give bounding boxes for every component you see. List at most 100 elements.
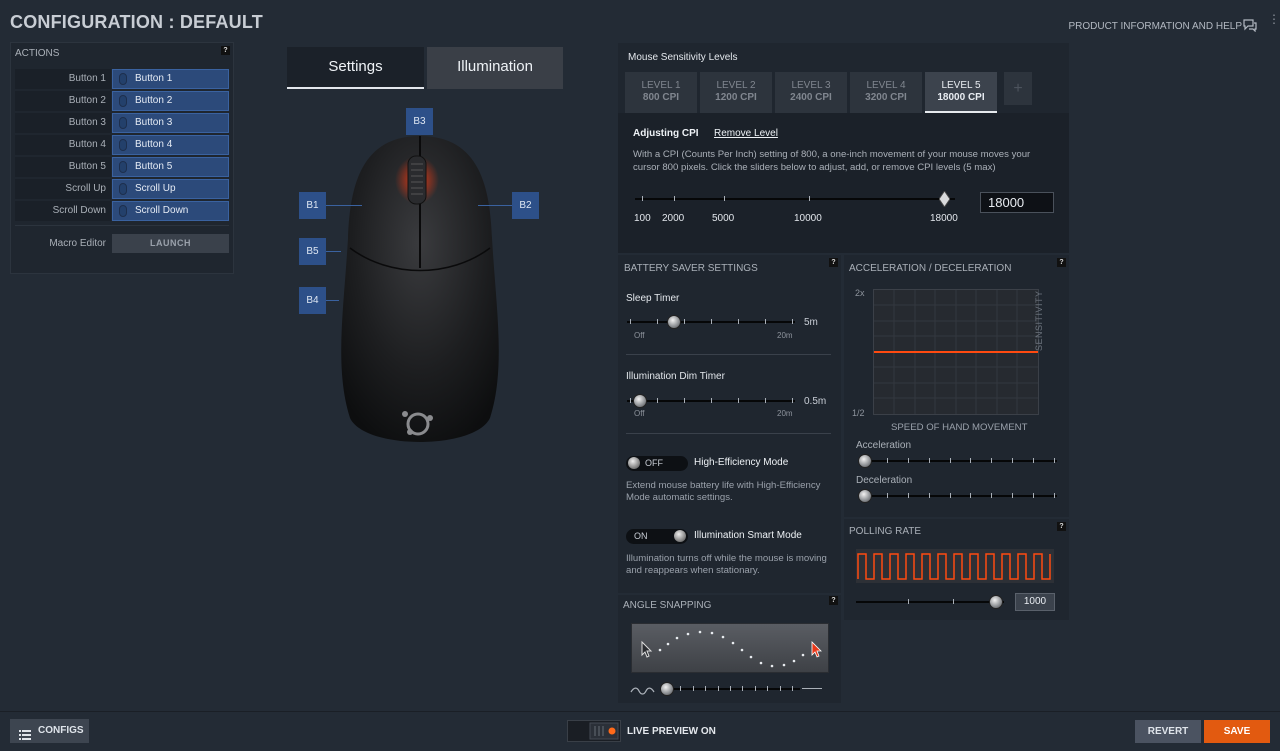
acceleration-tick (949, 458, 951, 463)
cpi-slider-handle[interactable] (938, 190, 951, 208)
deceleration-knob[interactable] (858, 489, 872, 503)
angle-snap-knob[interactable] (660, 682, 674, 696)
button-tag-b1[interactable]: B1 (299, 192, 326, 219)
cpi-level-tab[interactable]: LEVEL 5 18000 CPI (925, 72, 997, 113)
cpi-tick (674, 196, 675, 201)
cpi-slider-track[interactable] (635, 198, 955, 200)
polling-title: POLLING RATE (849, 526, 922, 537)
level-cpi: 3200 CPI (865, 92, 907, 103)
action-binding-value: Button 4 (135, 139, 173, 150)
level-cpi: 2400 CPI (790, 92, 832, 103)
action-binding-value: Button 1 (135, 73, 173, 84)
button-callout-line (326, 251, 341, 252)
action-row: Scroll Down Scroll Down (15, 201, 229, 221)
sleep-timer-knob[interactable] (667, 315, 681, 329)
level-name: LEVEL 5 (941, 80, 981, 91)
action-label: Button 1 (15, 69, 111, 89)
accel-x-label: SPEED OF HAND MOVEMENT (891, 422, 1028, 433)
sleep-tick (630, 319, 631, 324)
sleep-tick (738, 319, 739, 324)
polling-rate-panel: POLLING RATE ? 1000 (844, 519, 1069, 620)
deceleration-tick (970, 493, 972, 498)
angle-tick (680, 686, 682, 691)
configs-button[interactable]: CONFIGS (10, 719, 89, 743)
accel-graph (873, 289, 1039, 415)
polling-value[interactable]: 1000 (1015, 593, 1055, 611)
button-tag-b5[interactable]: B5 (299, 238, 326, 265)
button-callout-line (326, 205, 362, 206)
polling-track[interactable] (856, 601, 1004, 603)
cpi-tick-label: 10000 (794, 213, 822, 224)
button-tag-b4[interactable]: B4 (299, 287, 326, 314)
acceleration-label: Acceleration (856, 440, 912, 451)
smart-mode-toggle[interactable]: ON (626, 529, 688, 544)
acceleration-panel: ACCELERATION / DECELERATION ? 2x 1/2 SEN… (844, 255, 1069, 517)
high-efficiency-state: OFF (645, 458, 663, 468)
sleep-timer-value: 5m (804, 317, 818, 328)
mouse-image (320, 128, 520, 458)
tab-settings[interactable]: Settings (287, 47, 424, 89)
configs-label: CONFIGS (38, 725, 84, 736)
live-preview-toggle[interactable] (567, 720, 621, 742)
sleep-max-label: 20m (777, 331, 793, 340)
chat-help-icon[interactable] (1242, 18, 1258, 33)
dim-tick (684, 398, 685, 403)
action-binding-button[interactable]: Button 4 (112, 135, 229, 155)
action-binding-value: Scroll Up (135, 183, 176, 194)
button-tag-b3[interactable]: B3 (406, 108, 433, 135)
actions-help-icon[interactable]: ? (221, 46, 230, 55)
acceleration-tick (991, 458, 993, 463)
angle-tick (754, 686, 756, 691)
angle-help-icon[interactable]: ? (829, 596, 838, 605)
accel-help-icon[interactable]: ? (1057, 258, 1066, 267)
cpi-level-tab[interactable]: LEVEL 2 1200 CPI (700, 72, 772, 113)
save-button[interactable]: SAVE (1204, 720, 1270, 743)
battery-title: BATTERY SAVER SETTINGS (624, 263, 758, 274)
add-level-button[interactable]: + (1004, 72, 1032, 105)
dim-timer-knob[interactable] (633, 394, 647, 408)
cpi-value-input[interactable]: 18000 (980, 192, 1054, 213)
dim-timer-value: 0.5m (804, 396, 827, 407)
cpi-level-tab[interactable]: LEVEL 4 3200 CPI (850, 72, 922, 113)
cpi-level-tab[interactable]: LEVEL 1 800 CPI (625, 72, 697, 113)
deceleration-track[interactable] (859, 495, 1057, 497)
polling-help-icon[interactable]: ? (1057, 522, 1066, 531)
cpi-tick-label: 100 (634, 213, 651, 224)
toggle-knob (628, 457, 640, 469)
dim-tick (711, 398, 712, 403)
cpi-tick (809, 196, 810, 201)
mouse-icon (119, 73, 127, 85)
action-label: Button 4 (15, 135, 111, 155)
actions-title: ACTIONS (15, 48, 60, 59)
revert-button[interactable]: REVERT (1135, 720, 1201, 743)
action-row: Button 1 Button 1 (15, 69, 229, 89)
action-binding-button[interactable]: Button 5 (112, 157, 229, 177)
macro-launch-button[interactable]: LAUNCH (112, 234, 229, 253)
more-options-icon[interactable]: ⋮ (1268, 13, 1280, 34)
battery-saver-panel: BATTERY SAVER SETTINGS ? Sleep Timer 5m … (618, 255, 841, 593)
dim-tick (765, 398, 766, 403)
acceleration-knob[interactable] (858, 454, 872, 468)
action-binding-button[interactable]: Scroll Up (112, 179, 229, 199)
dim-max-label: 20m (777, 409, 793, 418)
deceleration-tick (1012, 493, 1014, 498)
divider (626, 354, 831, 355)
sleep-timer-label: Sleep Timer (626, 293, 680, 304)
action-binding-button[interactable]: Button 3 (112, 113, 229, 133)
product-help-link[interactable]: PRODUCT INFORMATION AND HELP (1068, 21, 1242, 32)
high-efficiency-toggle[interactable]: OFF (626, 456, 688, 471)
cpi-level-tab[interactable]: LEVEL 3 2400 CPI (775, 72, 847, 113)
acceleration-track[interactable] (859, 460, 1057, 462)
remove-level-link[interactable]: Remove Level (714, 128, 778, 139)
action-binding-button[interactable]: Button 2 (112, 91, 229, 111)
angle-snapping-panel: ANGLE SNAPPING ? (618, 595, 841, 703)
action-binding-button[interactable]: Button 1 (112, 69, 229, 89)
action-binding-button[interactable]: Scroll Down (112, 201, 229, 221)
button-tag-b2[interactable]: B2 (512, 192, 539, 219)
tab-illumination[interactable]: Illumination (427, 47, 563, 89)
deceleration-tick (886, 493, 888, 498)
action-label: Button 2 (15, 91, 111, 111)
toggle-knob (674, 530, 686, 542)
polling-knob[interactable] (989, 595, 1003, 609)
battery-help-icon[interactable]: ? (829, 258, 838, 267)
